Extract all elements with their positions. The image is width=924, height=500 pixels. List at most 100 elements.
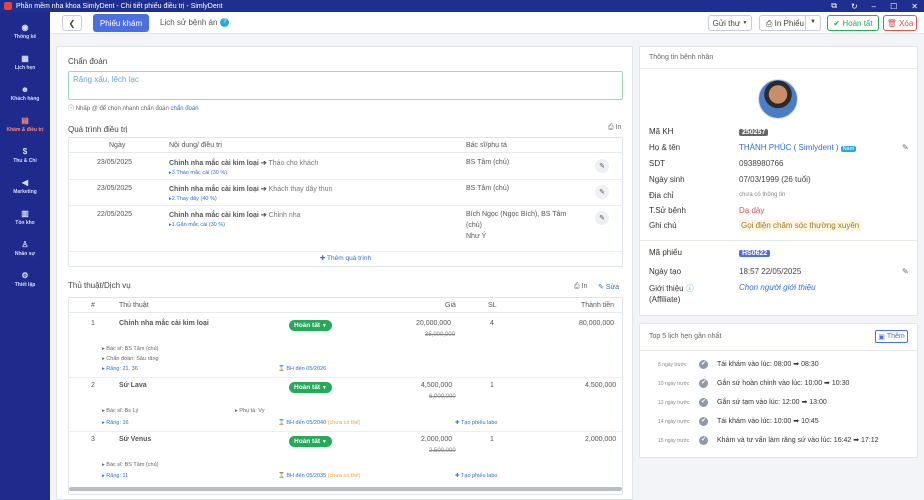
hourglass-icon: ⌛ [278,366,285,372]
sidebar-item-kham-dieu-tri[interactable]: ▤ Khám & điều trị [0,109,50,140]
sidebar-item-khach-hang[interactable]: ☻ Khách hàng [0,78,50,109]
table-row: 23/05/2025 Chỉnh nha mắc cài kim loại ➔ … [69,154,622,180]
remote-icon[interactable]: ⧉ [831,1,837,11]
window-titlebar: Phần mềm nha khoa SimlyDent - Chi tiết p… [0,0,924,12]
window-title: Phần mềm nha khoa SimlyDent - Chi tiết p… [16,2,223,10]
status-badge[interactable]: Hoàn tất ▼ [289,382,332,393]
plus-icon: ✚ [319,255,326,262]
table-row: 1 Chỉnh nha mắc cài kim loại Hoàn tất ▼ … [69,314,622,378]
person-icon: ♙ [21,239,29,249]
sidebar-item-ton-kho[interactable]: ▥ Tồn kho [0,202,50,233]
megaphone-icon: ◀ [21,177,29,187]
sidebar-item-lich-hen[interactable]: ▦ Lịch hẹn [0,47,50,78]
created-date: 18:57 22/05/2025 [739,267,802,276]
pencil-icon[interactable]: ✎ [902,267,909,276]
treatment-form: Chẩn đoán Răng xấu, lệch lạc ⓘ Nhấp @ để… [56,46,633,500]
create-labo-link[interactable]: ✚ Tạo phiếu labo [455,473,497,479]
patient-address: chưa có thông tin [739,192,786,198]
appointments-panel: Top 5 lịch hẹn gần nhất ▣ Thêm 8 ngày tr… [639,323,918,458]
minimize-icon[interactable]: – [872,2,876,11]
dashboard-icon: ◉ [21,22,29,32]
services-title: Thủ thuật/Dịch vụ [68,281,131,290]
pencil-icon[interactable]: ✎ [902,143,909,152]
list-item[interactable]: 8 ngày trước ✔ Tái khám vào lúc: 08:00 ➡… [640,356,917,375]
status-badge[interactable]: Hoàn tất ▼ [289,436,332,447]
caret-down-icon[interactable]: ▼ [810,19,816,25]
list-item[interactable]: 14 ngày trước ✔ Tái khám vào lúc: 10:00 … [640,413,917,432]
sidebar: ◉ Thống kê ▦ Lịch hẹn ☻ Khách hàng ▤ Khá… [0,12,50,500]
patient-dob: 07/03/1999 (26 tuổi) [739,175,811,184]
complete-button[interactable]: ✔ Hoàn tất [827,15,879,31]
dollar-icon: $ [22,146,28,156]
diagnosis-title: Chẩn đoán [68,57,108,66]
warranty-info: ⌛ BH đến 05/2035 (chưa có thẻ) [278,473,361,479]
check-icon: ✔ [699,417,708,426]
caret-down-icon: ▼ [321,385,327,391]
sidebar-item-thiet-lap[interactable]: ⚙ Thiết lập [0,264,50,295]
edit-process-button[interactable]: ✎ [595,159,609,173]
horizontal-scrollbar[interactable] [69,487,622,491]
diagnosis-input[interactable]: Răng xấu, lệch lạc [68,71,623,100]
delete-button[interactable]: 🗑 Xóa [883,15,917,31]
process-table: Ngày Nội dung/ điều trị Bác sĩ/phụ tá 23… [68,137,623,267]
check-icon: ✔ [699,360,708,369]
printer-icon: ⎙ [766,19,773,28]
list-item[interactable]: 10 ngày trước ✔ Gắn sứ hoàn chỉnh vào lú… [640,375,917,394]
app-logo-icon [4,2,12,10]
referrer-select[interactable]: Chọn người giới thiệu [739,283,816,292]
warehouse-icon: ▥ [21,208,29,218]
edit-process-button[interactable]: ✎ [595,185,609,199]
sidebar-item-thong-ke[interactable]: ◉ Thống kê [0,16,50,47]
pencil-icon: ✎ [599,189,605,196]
add-process-button[interactable]: ✚ Thêm quá trình [69,252,622,266]
services-edit-link[interactable]: ✎ Sửa [598,283,619,291]
services-table: # Thủ thuật Giá SL Thành tiền 1 Chỉnh nh… [68,297,623,495]
trash-icon: 🗑 [886,18,897,28]
table-row: 22/05/2025 Chỉnh nha mắc cài kim loại ➔ … [69,206,622,252]
diagnosis-hint: ⓘ Nhấp @ để chọn nhanh chẩn đoán chẩn đo… [68,106,199,112]
refresh-icon[interactable]: ↻ [851,2,858,11]
back-button[interactable]: ❮ [62,15,82,31]
tab-phieu-kham[interactable]: Phiếu khám [93,14,149,32]
info-icon: ⓘ [685,284,694,293]
edit-icon: ✎ [598,284,604,291]
add-appointment-button[interactable]: ▣ Thêm [875,330,908,343]
printer-icon: ⎙ [608,124,614,131]
caret-down-icon: ▼ [321,323,327,329]
patient-history: Dạ dày [739,206,765,215]
users-icon: ☻ [20,84,30,94]
send-mail-button[interactable]: Gửi thư ▼ [708,15,752,31]
customer-code: 250257 [739,129,769,136]
status-badge[interactable]: Hoàn tất ▼ [289,320,332,331]
patient-name[interactable]: THÀNH PHÚC ( Simlydent ) [739,143,839,152]
check-icon: ✔ [699,379,708,388]
warranty-info: ⌛ BH đến 05/2026 [278,366,327,372]
check-icon: ✔ [699,398,708,407]
edit-process-button[interactable]: ✎ [595,211,609,225]
process-print-link[interactable]: ⎙ In [608,124,621,132]
print-button[interactable]: ⎙ In Phiếu ▼ [759,15,821,31]
diagnosis-link[interactable]: chẩn đoán [171,106,199,112]
patient-info-title: Thông tin bệnh nhân [649,54,714,61]
sidebar-item-nhan-su[interactable]: ♙ Nhân sự [0,233,50,264]
services-print-link[interactable]: ⎙ In [574,283,587,291]
warranty-info: ⌛ BH đến 05/2040 (chưa có thẻ) [278,420,361,426]
caret-down-icon: ▼ [321,439,327,445]
calendar-icon: ▦ [21,53,29,63]
sidebar-item-thu-chi[interactable]: $ Thu & Chi [0,140,50,171]
hourglass-icon: ⌛ [278,473,285,479]
settings-icon: ⚙ [21,270,29,280]
process-title: Quá trình điều trị [68,125,128,134]
close-icon[interactable]: ✕ [911,2,918,11]
gender-badge: Nam [840,146,857,152]
printer-icon: ⎙ [574,283,580,290]
list-item[interactable]: 15 ngày trước ✔ Khám và tư vấn làm răng … [640,432,917,451]
table-row: 3 Sứ Venus Hoàn tất ▼ 2,000,000 2,500,00… [91,436,617,479]
create-labo-link[interactable]: ✚ Tạo phiếu labo [455,420,497,426]
tab-lich-su-benh-an[interactable]: Lịch sử bệnh án ? [160,18,230,27]
page-header: ❮ Phiếu khám Lịch sử bệnh án ? Gửi thư ▼… [50,12,924,34]
sidebar-item-marketing[interactable]: ◀ Marketing [0,171,50,202]
list-item[interactable]: 13 ngày trước ✔ Gắn sứ tạm vào lúc: 12:0… [640,394,917,413]
maximize-icon[interactable]: ☐ [890,2,897,11]
chevron-left-icon: ❮ [68,18,76,28]
